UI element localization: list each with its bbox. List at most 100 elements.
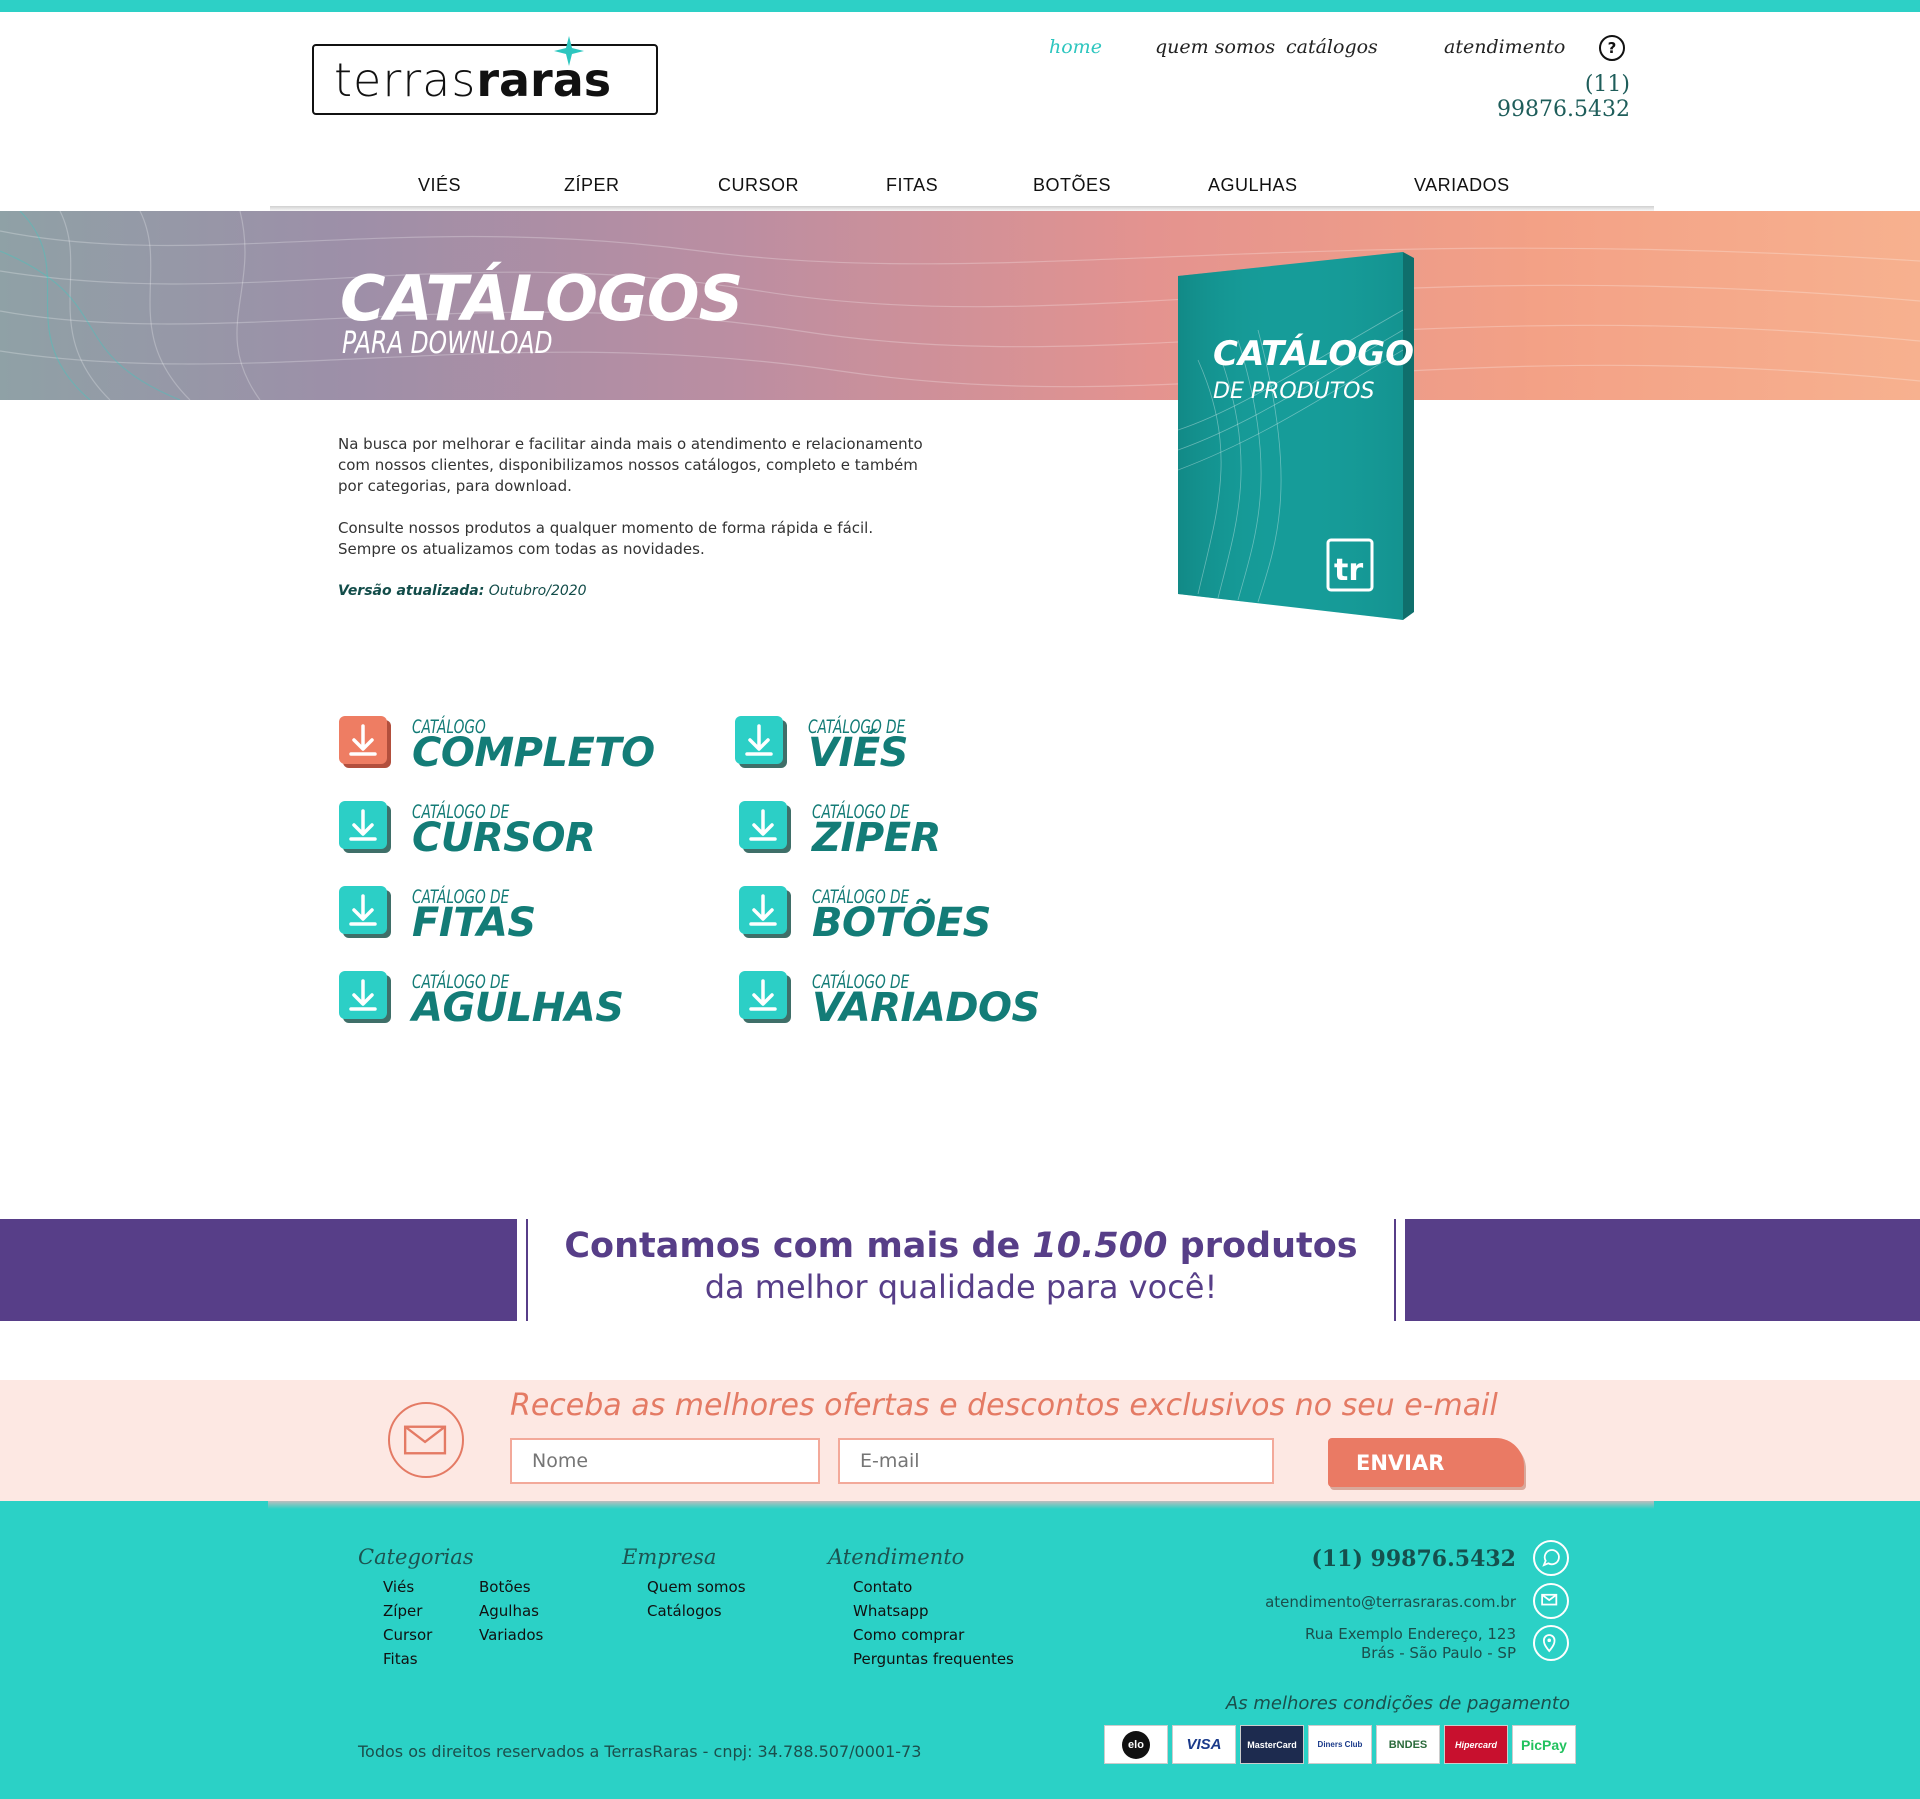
catalog-big-label: AGULHAS xyxy=(412,985,624,1031)
hero-texture xyxy=(0,211,1920,400)
footer-atendimento-title: Atendimento xyxy=(828,1545,965,1569)
hero-subtitle: PARA DOWNLOAD xyxy=(342,326,553,361)
payment-title: As melhores condições de pagamento xyxy=(1225,1693,1570,1714)
catalog-big-label: FITAS xyxy=(412,900,536,946)
whatsapp-icon[interactable] xyxy=(1533,1540,1569,1576)
footer-link-botoes[interactable]: Botões xyxy=(479,1578,531,1596)
download-icon xyxy=(739,971,791,1023)
footer-link-quem-somos[interactable]: Quem somos xyxy=(647,1578,746,1596)
download-icon xyxy=(339,886,391,938)
footer-categorias-title: Categorias xyxy=(358,1545,474,1569)
nav-quem-somos[interactable]: quem somos xyxy=(1155,36,1275,58)
footer-address-line2: Brás - São Paulo - SP xyxy=(1360,1644,1516,1662)
catalog-download-variados[interactable]: CATÁLOGO DE VARIADOS xyxy=(739,971,1099,1033)
footer-link-contato[interactable]: Contato xyxy=(853,1578,912,1596)
newsletter-title: Receba as melhores ofertas e descontos e… xyxy=(510,1388,1498,1423)
download-icon xyxy=(739,886,791,938)
header-phone[interactable]: (11) 99876.5432 xyxy=(1456,72,1630,122)
payment-hipercard-icon: Hipercard xyxy=(1444,1725,1508,1764)
envelope-icon xyxy=(403,1425,447,1455)
catalog-big-label: CURSOR xyxy=(412,815,596,861)
banner-headline: Contamos com mais de 10.500 produtos xyxy=(528,1226,1394,1266)
intro-line: Consulte nossos produtos a qualquer mome… xyxy=(338,519,874,537)
intro-line: com nossos clientes, disponibilizamos no… xyxy=(338,456,918,474)
catalog-big-label: COMPLETO xyxy=(412,730,655,776)
catalog-download-fitas[interactable]: CATÁLOGO DE FITAS xyxy=(339,886,699,948)
newsletter-email-input[interactable] xyxy=(838,1438,1274,1484)
category-botoes[interactable]: BOTÕES xyxy=(1033,175,1111,196)
footer-link-agulhas[interactable]: Agulhas xyxy=(479,1602,539,1620)
category-variados[interactable]: VARIADOS xyxy=(1414,175,1510,196)
newsletter-send-button[interactable]: ENVIAR xyxy=(1328,1438,1524,1487)
footer-address-line1: Rua Exemplo Endereço, 123 xyxy=(1305,1625,1516,1643)
category-fitas[interactable]: FITAS xyxy=(886,175,938,196)
footer-link-vies[interactable]: Viés xyxy=(383,1578,414,1596)
sparkle-icon xyxy=(554,36,584,66)
payment-diners-icon: Diners Club xyxy=(1308,1725,1372,1764)
payment-label: elo xyxy=(1122,1730,1150,1759)
nav-catalogos[interactable]: catálogos xyxy=(1286,36,1378,58)
footer-link-fitas[interactable]: Fitas xyxy=(383,1650,418,1668)
intro-line: Sempre os atualizamos com todas as novid… xyxy=(338,540,705,558)
payment-bndes-icon: BNDES xyxy=(1376,1725,1440,1764)
footer-link-whatsapp[interactable]: Whatsapp xyxy=(853,1602,928,1620)
version-value: Outubro/2020 xyxy=(488,583,587,599)
download-icon xyxy=(339,801,391,853)
download-icon xyxy=(339,971,391,1023)
footer-link-variados[interactable]: Variados xyxy=(479,1626,543,1644)
payment-picpay-icon: PicPay xyxy=(1512,1725,1576,1764)
footer-email[interactable]: atendimento@terrasraras.com.br xyxy=(1160,1593,1516,1611)
catalog-big-label: VARIADOS xyxy=(812,985,1040,1031)
nav-atendimento[interactable]: atendimento xyxy=(1444,36,1565,58)
book-logo: tr xyxy=(1334,553,1363,588)
banner-number: 10.500 xyxy=(1032,1226,1168,1266)
version-label: Versão atualizada: xyxy=(338,583,485,599)
catalog-download-botoes[interactable]: CATÁLOGO DE BOTÕES xyxy=(739,886,1099,948)
newsletter-name-input[interactable] xyxy=(510,1438,820,1484)
catalog-download-completo[interactable]: CATÁLOGO COMPLETO xyxy=(339,716,699,778)
footer-link-como-comprar[interactable]: Como comprar xyxy=(853,1626,964,1644)
payment-visa-icon: VISA xyxy=(1172,1725,1236,1764)
download-icon xyxy=(739,801,791,853)
book-subtitle: DE PRODUTOS xyxy=(1213,379,1375,404)
catalog-big-label: ZIPER xyxy=(812,815,941,861)
intro-line: Na busca por melhorar e facilitar ainda … xyxy=(338,435,923,453)
catalog-download-vies[interactable]: CATÁLOGO DE VIÉS xyxy=(735,716,1095,778)
footer-link-ziper[interactable]: Zíper xyxy=(383,1602,422,1620)
footer-phone[interactable]: (11) 99876.5432 xyxy=(1262,1546,1516,1572)
category-cursor[interactable]: CURSOR xyxy=(718,175,799,196)
banner-divider-right xyxy=(1394,1219,1396,1321)
version-info: Versão atualizada: Outubro/2020 xyxy=(338,583,587,599)
nav-home[interactable]: home xyxy=(1049,36,1102,58)
catalog-download-cursor[interactable]: CATÁLOGO DE CURSOR xyxy=(339,801,699,863)
footer-copyright: Todos os direitos reservados a TerrasRar… xyxy=(358,1742,922,1761)
footer-link-cursor[interactable]: Cursor xyxy=(383,1626,432,1644)
footer-empresa-title: Empresa xyxy=(622,1545,717,1569)
logo-text-bold: raras xyxy=(476,52,612,107)
catalog-big-label: VIÉS xyxy=(808,730,908,776)
location-pin-icon[interactable] xyxy=(1533,1625,1569,1661)
footer-top-shadow xyxy=(268,1501,1654,1509)
site-logo[interactable]: terras raras xyxy=(312,44,658,115)
footer-link-perguntas[interactable]: Perguntas frequentes xyxy=(853,1650,1014,1668)
footer-link-catalogos[interactable]: Catálogos xyxy=(647,1602,722,1620)
newsletter-envelope-icon xyxy=(388,1402,464,1478)
intro-line: por categorias, para download. xyxy=(338,477,572,495)
download-icon xyxy=(339,716,391,768)
banner-subline: da melhor qualidade para você! xyxy=(704,1268,1218,1306)
payment-mastercard-icon: MasterCard xyxy=(1240,1725,1304,1764)
download-icon xyxy=(735,716,787,768)
category-agulhas[interactable]: AGULHAS xyxy=(1208,175,1298,196)
catalog-download-ziper[interactable]: CATÁLOGO DE ZIPER xyxy=(739,801,1099,863)
catalog-download-agulhas[interactable]: CATÁLOGO DE AGULHAS xyxy=(339,971,699,1033)
banner-suffix: produtos xyxy=(1179,1226,1358,1266)
help-icon[interactable]: ? xyxy=(1599,35,1625,61)
intro-paragraph-2: Consulte nossos produtos a qualquer mome… xyxy=(338,518,938,560)
category-ziper[interactable]: ZÍPER xyxy=(564,175,620,196)
catalog-book-image: CATÁLOGO DE PRODUTOS tr xyxy=(1178,252,1414,620)
email-icon[interactable] xyxy=(1533,1583,1569,1619)
category-vies[interactable]: VIÉS xyxy=(418,175,461,196)
hero-title: CATÁLOGOS xyxy=(340,262,743,335)
hero-banner xyxy=(0,211,1920,400)
logo-text-light: terras xyxy=(334,52,477,107)
